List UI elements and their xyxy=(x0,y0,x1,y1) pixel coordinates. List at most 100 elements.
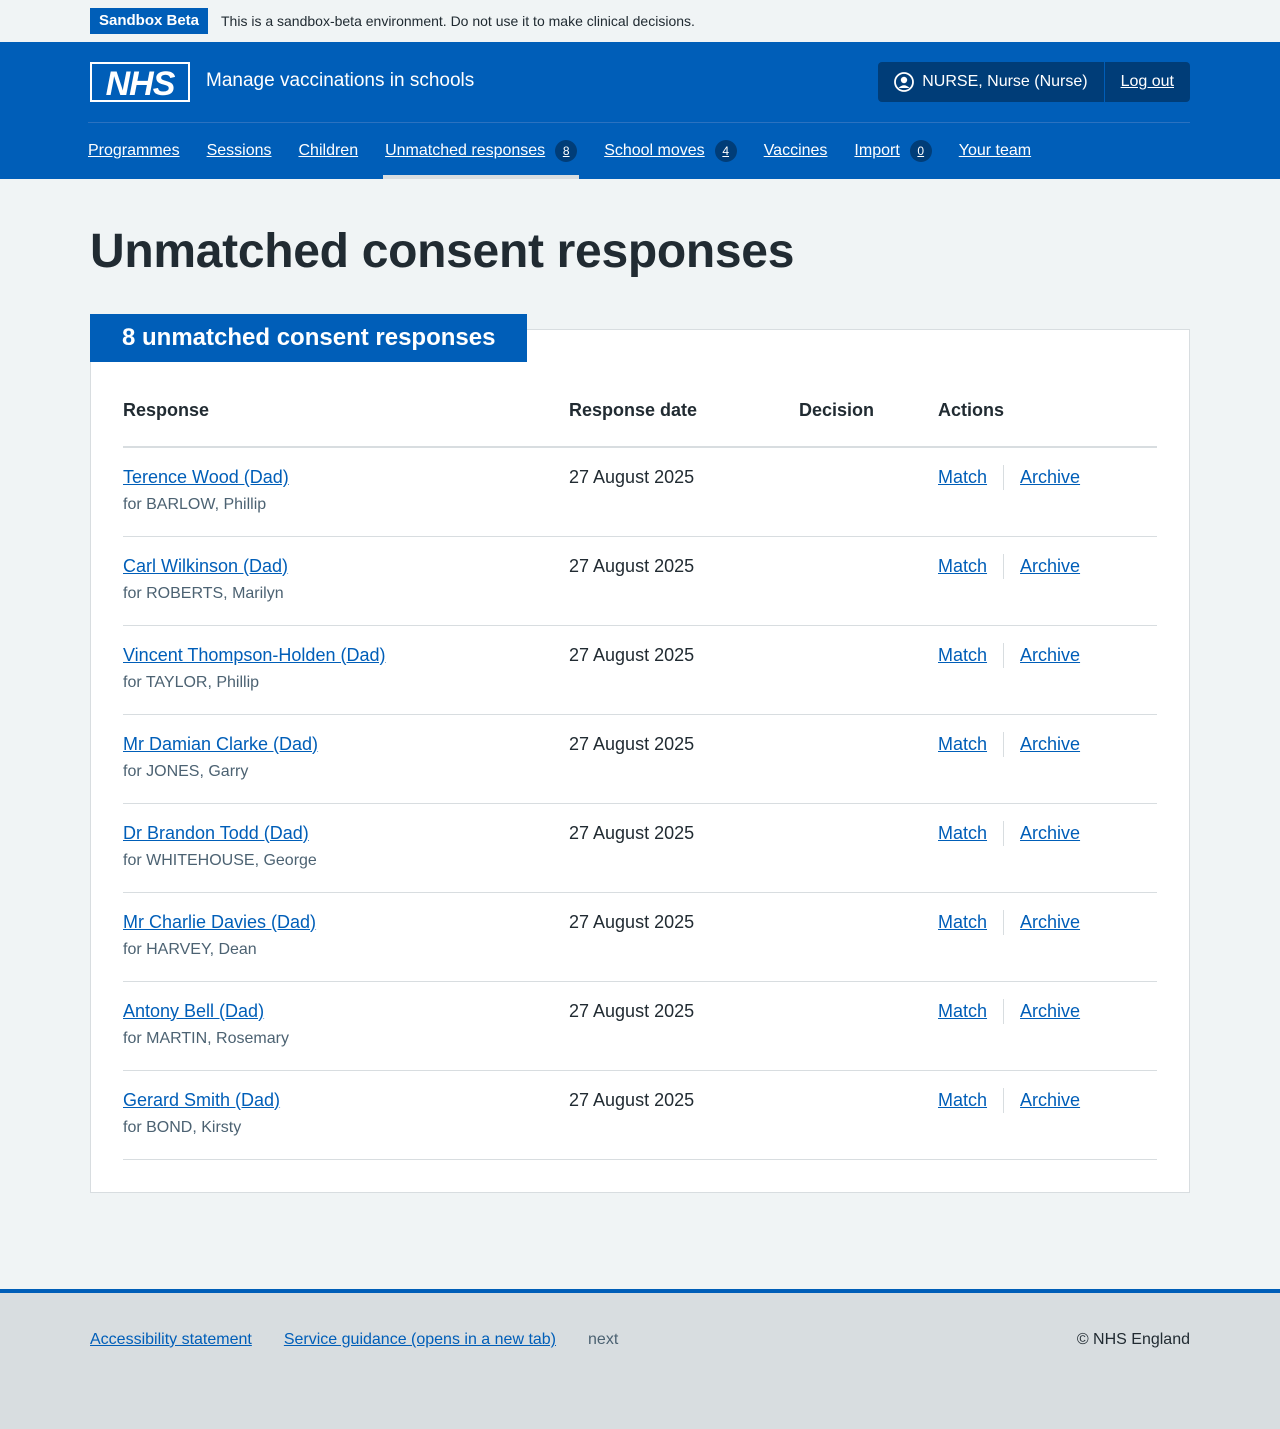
archive-link[interactable]: Archive xyxy=(1020,823,1080,844)
response-cell: Terence Wood (Dad) for BARLOW, Phillip xyxy=(123,447,569,537)
match-link[interactable]: Match xyxy=(938,912,987,933)
archive-link[interactable]: Archive xyxy=(1020,1090,1080,1111)
column-header-response-date: Response date xyxy=(569,394,799,448)
nav-link-vaccines[interactable]: Vaccines xyxy=(764,142,828,160)
row-actions: Match Archive xyxy=(938,465,1157,490)
response-parent-link[interactable]: Mr Charlie Davies (Dad) xyxy=(123,912,316,932)
nav-link-children[interactable]: Children xyxy=(299,142,359,160)
match-link[interactable]: Match xyxy=(938,823,987,844)
match-link[interactable]: Match xyxy=(938,645,987,666)
archive-link[interactable]: Archive xyxy=(1020,1001,1080,1022)
actions-cell: Match Archive xyxy=(938,536,1157,626)
environment-banner: Sandbox Beta This is a sandbox-beta envi… xyxy=(0,0,1280,42)
logout-link[interactable]: Log out xyxy=(1105,62,1190,102)
footer-next-text: next xyxy=(588,1331,619,1348)
column-header-response: Response xyxy=(123,394,569,448)
account-menu: NURSE, Nurse (Nurse) Log out xyxy=(878,62,1190,102)
nav-item-school-moves: School moves 4 xyxy=(604,123,737,179)
actions-cell: Match Archive xyxy=(938,803,1157,893)
response-child-name: for HARVEY, Dean xyxy=(123,940,257,958)
nav-item-sessions: Sessions xyxy=(207,123,272,179)
match-link[interactable]: Match xyxy=(938,1001,987,1022)
table-row: Terence Wood (Dad) for BARLOW, Phillip 27 … xyxy=(123,447,1157,537)
table-row: Mr Charlie Davies (Dad) for HARVEY, Dean 2… xyxy=(123,892,1157,982)
table-row: Antony Bell (Dad) for MARTIN, Rosemary 27 … xyxy=(123,981,1157,1071)
match-link[interactable]: Match xyxy=(938,556,987,577)
nav-item-programmes: Programmes xyxy=(88,123,180,179)
match-link[interactable]: Match xyxy=(938,1090,987,1111)
response-parent-link[interactable]: Mr Damian Clarke (Dad) xyxy=(123,734,318,754)
nav-item-your-team: Your team xyxy=(959,123,1031,179)
response-date-cell: 27 August 2025 xyxy=(569,803,799,893)
response-parent-link[interactable]: Vincent Thompson-Holden (Dad) xyxy=(123,645,385,665)
site-footer: Accessibility statement Service guidance… xyxy=(0,1289,1280,1429)
archive-link[interactable]: Archive xyxy=(1020,912,1080,933)
decision-cell xyxy=(799,714,938,804)
actions-cell: Match Archive xyxy=(938,447,1157,537)
site-header: NHS Manage vaccinations in schools NURSE… xyxy=(0,42,1280,179)
row-actions: Match Archive xyxy=(938,998,1157,1024)
row-actions: Match Archive xyxy=(938,909,1157,935)
action-separator xyxy=(1003,465,1005,490)
action-separator xyxy=(1003,731,1005,757)
nav-item-children: Children xyxy=(299,123,359,179)
row-actions: Match Archive xyxy=(938,1087,1157,1113)
response-cell: Mr Charlie Davies (Dad) for HARVEY, Dean xyxy=(123,892,569,982)
response-parent-link[interactable]: Carl Wilkinson (Dad) xyxy=(123,556,288,576)
nav-link-school-moves[interactable]: School moves 4 xyxy=(604,140,737,162)
response-cell: Dr Brandon Todd (Dad) for WHITEHOUSE, Geo… xyxy=(123,803,569,893)
response-date-cell: 27 August 2025 xyxy=(569,981,799,1071)
response-parent-link[interactable]: Gerard Smith (Dad) xyxy=(123,1090,280,1110)
response-parent-link[interactable]: Dr Brandon Todd (Dad) xyxy=(123,823,309,843)
response-child-name: for TAYLOR, Phillip xyxy=(123,673,260,691)
match-link[interactable]: Match xyxy=(938,467,987,488)
archive-link[interactable]: Archive xyxy=(1020,645,1080,666)
decision-cell xyxy=(799,803,938,893)
nhs-logo[interactable]: NHS xyxy=(90,62,190,102)
nav-label: Vaccines xyxy=(763,142,828,159)
response-parent-link[interactable]: Terence Wood (Dad) xyxy=(123,467,289,487)
accessibility-statement-link[interactable]: Accessibility statement xyxy=(90,1331,252,1349)
response-parent-link[interactable]: Antony Bell (Dad) xyxy=(123,1001,264,1021)
archive-link[interactable]: Archive xyxy=(1020,467,1080,488)
nav-count-badge: 0 xyxy=(909,140,932,162)
action-separator xyxy=(1003,642,1005,668)
nav-count-badge: 4 xyxy=(714,140,737,162)
nav-label: School moves xyxy=(604,142,705,159)
service-guidance-link[interactable]: Service guidance (opens in a new tab) xyxy=(284,1331,556,1349)
match-link[interactable]: Match xyxy=(938,734,987,755)
table-row: Dr Brandon Todd (Dad) for WHITEHOUSE, Geo… xyxy=(123,803,1157,893)
nav-link-programmes[interactable]: Programmes xyxy=(88,142,180,160)
actions-cell: Match Archive xyxy=(938,714,1157,804)
nav-link-your-team[interactable]: Your team xyxy=(959,142,1031,160)
responses-table: Response Response date Decision Actions … xyxy=(123,394,1157,1160)
actions-cell: Match Archive xyxy=(938,981,1157,1071)
nav-label: Unmatched responses xyxy=(385,142,546,159)
table-row: Vincent Thompson-Holden (Dad) for TAYLOR,… xyxy=(123,625,1157,715)
nav-link-sessions[interactable]: Sessions xyxy=(207,142,272,160)
response-child-name: for BOND, Kirsty xyxy=(123,1118,242,1136)
row-actions: Match Archive xyxy=(938,820,1157,846)
table-header: Response Response date Decision Actions xyxy=(123,394,1157,448)
response-cell: Gerard Smith (Dad) for BOND, Kirsty xyxy=(123,1070,569,1160)
nav-link-unmatched-responses[interactable]: Unmatched responses 8 xyxy=(385,140,578,162)
nhs-logo-icon: NHS xyxy=(92,64,188,102)
archive-link[interactable]: Archive xyxy=(1020,734,1080,755)
decision-cell xyxy=(799,981,938,1071)
nav-label: Import xyxy=(854,142,900,159)
sandbox-beta-tag: Sandbox Beta xyxy=(90,8,209,34)
row-actions: Match Archive xyxy=(938,553,1157,579)
service-name[interactable]: Manage vaccinations in schools xyxy=(206,70,474,92)
response-child-name: for BARLOW, Phillip xyxy=(123,496,267,513)
response-date-cell: 27 August 2025 xyxy=(569,625,799,715)
response-cell: Mr Damian Clarke (Dad) for JONES, Garry xyxy=(123,714,569,804)
archive-link[interactable]: Archive xyxy=(1020,556,1080,577)
decision-cell xyxy=(799,536,938,626)
action-separator xyxy=(1003,909,1005,935)
nav-link-import[interactable]: Import 0 xyxy=(854,140,932,162)
footer-links: Accessibility statement Service guidance… xyxy=(90,1331,618,1349)
environment-warning-text: This is a sandbox-beta environment. Do n… xyxy=(221,13,695,29)
response-child-name: for ROBERTS, Marilyn xyxy=(123,584,284,602)
response-cell: Vincent Thompson-Holden (Dad) for TAYLOR,… xyxy=(123,625,569,715)
nav-item-unmatched-responses: Unmatched responses 8 xyxy=(383,123,580,179)
